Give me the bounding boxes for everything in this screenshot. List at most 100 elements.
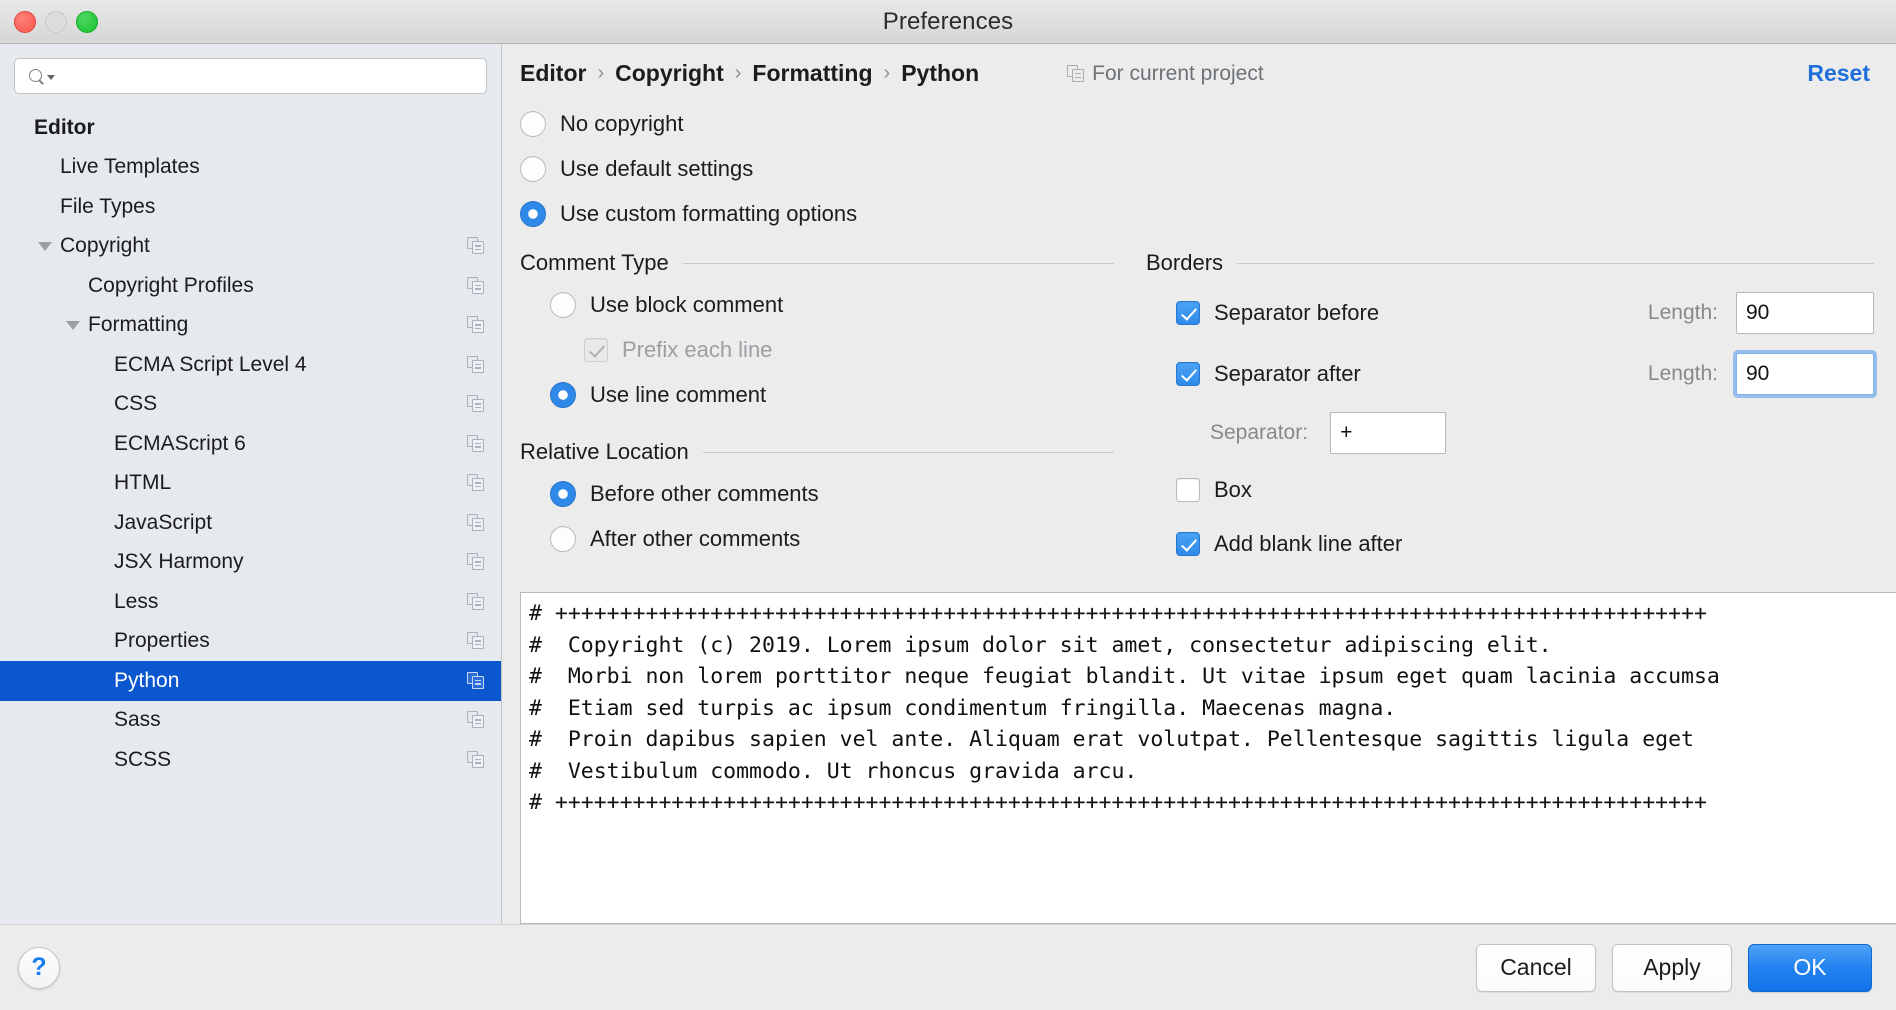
before-other-comments-radio[interactable] [550, 481, 576, 507]
prefix-each-line-checkbox[interactable] [584, 338, 608, 362]
sidebar-item-ecma-script-level-4[interactable]: ECMA Script Level 4 [0, 345, 501, 385]
close-button[interactable] [14, 11, 36, 33]
search-icon[interactable] [29, 69, 55, 84]
cancel-button[interactable]: Cancel [1476, 944, 1596, 992]
copyright-preview[interactable]: # ++++++++++++++++++++++++++++++++++++++… [520, 592, 1896, 924]
separator-after-length: Length: 90 [1648, 353, 1874, 395]
breadcrumb-item-copyright[interactable]: Copyright [615, 60, 724, 87]
breadcrumb-bar: Editor›Copyright›Formatting›Python For c… [502, 44, 1896, 95]
borders-title: Borders [1146, 250, 1223, 276]
search-input[interactable] [62, 66, 478, 86]
sidebar-item-file-types[interactable]: File Types [0, 187, 501, 227]
separator-char-input[interactable]: + [1330, 412, 1446, 454]
length-after-label: Length: [1648, 362, 1718, 386]
preview-line: # Morbi non lorem porttitor neque feugia… [529, 661, 1896, 693]
minimize-button[interactable] [45, 11, 67, 33]
sidebar-item-ecmascript-6[interactable]: ECMAScript 6 [0, 424, 501, 464]
chevron-down-icon[interactable] [66, 321, 80, 330]
length-after-input[interactable]: 90 [1736, 353, 1874, 395]
sidebar-item-less[interactable]: Less [0, 582, 501, 622]
copy-icon [467, 632, 485, 650]
use-line-comment-radio[interactable] [550, 382, 576, 408]
before-other-comments-label: Before other comments [590, 481, 819, 507]
ok-button[interactable]: OK [1748, 944, 1872, 992]
separator-after-checkbox[interactable] [1176, 362, 1200, 386]
sidebar-item-label: Python [114, 669, 179, 693]
use-block-comment-row[interactable]: Use block comment [520, 282, 1114, 327]
separator-before-checkbox[interactable] [1176, 301, 1200, 325]
sidebar-item-label: SCSS [114, 748, 171, 772]
copyright-mode-radio-group[interactable]: No copyrightUse default settingsUse cust… [502, 95, 1896, 236]
preview-line: # Etiam sed turpis ac ipsum condimentum … [529, 693, 1896, 725]
title-bar: Preferences [0, 0, 1896, 44]
sidebar-item-copyright[interactable]: Copyright [0, 227, 501, 267]
settings-sidebar: EditorLive TemplatesFile TypesCopyrightC… [0, 44, 502, 924]
help-button[interactable]: ? [18, 947, 60, 989]
length-before-input[interactable]: 90 [1736, 292, 1874, 334]
breadcrumb[interactable]: Editor›Copyright›Formatting›Python [520, 60, 979, 87]
search-box[interactable] [14, 58, 487, 94]
sidebar-item-label: Editor [34, 116, 95, 140]
prefix-each-line-row[interactable]: Prefix each line [520, 327, 1114, 372]
separator-before-length: Length: 90 [1648, 292, 1874, 334]
add-blank-line-checkbox[interactable] [1176, 532, 1200, 556]
use-block-comment-radio[interactable] [550, 292, 576, 318]
window-body: EditorLive TemplatesFile TypesCopyrightC… [0, 44, 1896, 924]
sidebar-item-python[interactable]: Python [0, 661, 501, 701]
sidebar-item-html[interactable]: HTML [0, 464, 501, 504]
sidebar-item-formatting[interactable]: Formatting [0, 306, 501, 346]
sidebar-item-javascript[interactable]: JavaScript [0, 503, 501, 543]
separator-char-row: Separator: + [1146, 404, 1874, 462]
separator-after-row: Separator after Length: 90 [1146, 343, 1874, 404]
sidebar-item-editor[interactable]: Editor [0, 108, 501, 148]
breadcrumb-item-python[interactable]: Python [901, 60, 979, 87]
magnifier-icon [29, 69, 44, 84]
sidebar-item-css[interactable]: CSS [0, 385, 501, 425]
sidebar-item-properties[interactable]: Properties [0, 622, 501, 662]
mode-option-radio-1[interactable] [520, 156, 546, 182]
copy-icon [467, 751, 485, 769]
reset-button[interactable]: Reset [1807, 60, 1874, 87]
copy-icon [1067, 65, 1084, 82]
sidebar-item-label: ECMA Script Level 4 [114, 353, 307, 377]
sidebar-item-sass[interactable]: Sass [0, 701, 501, 741]
breadcrumb-item-editor[interactable]: Editor [520, 60, 586, 87]
sidebar-item-jsx-harmony[interactable]: JSX Harmony [0, 543, 501, 583]
copy-icon [467, 474, 485, 492]
left-column: Comment Type Use block comment Prefix ea… [502, 250, 1114, 570]
breadcrumb-item-formatting[interactable]: Formatting [752, 60, 872, 87]
after-other-comments-row[interactable]: After other comments [520, 516, 1114, 561]
sidebar-item-scss[interactable]: SCSS [0, 740, 501, 780]
use-line-comment-row[interactable]: Use line comment [520, 372, 1114, 417]
relative-location-title: Relative Location [520, 439, 689, 465]
mode-option-radio-0[interactable] [520, 111, 546, 137]
chevron-down-icon[interactable] [47, 75, 55, 80]
footer-buttons: Cancel Apply OK [1476, 944, 1872, 992]
preview-line: # ++++++++++++++++++++++++++++++++++++++… [529, 787, 1896, 819]
sidebar-item-copyright-profiles[interactable]: Copyright Profiles [0, 266, 501, 306]
window-title: Preferences [883, 8, 1014, 36]
separator-char-label: Separator: [1210, 421, 1308, 445]
copy-icon [467, 711, 485, 729]
apply-button[interactable]: Apply [1612, 944, 1732, 992]
scope-label: For current project [1092, 62, 1264, 86]
copy-icon [467, 237, 485, 255]
use-line-comment-label: Use line comment [590, 382, 766, 408]
preview-line: # Vestibulum commodo. Ut rhoncus gravida… [529, 756, 1896, 788]
box-checkbox[interactable] [1176, 478, 1200, 502]
settings-tree[interactable]: EditorLive TemplatesFile TypesCopyrightC… [0, 102, 501, 924]
mode-option-row-2[interactable]: Use custom formatting options [520, 191, 1896, 236]
sidebar-item-label: File Types [60, 195, 155, 219]
after-other-comments-radio[interactable] [550, 526, 576, 552]
chevron-down-icon[interactable] [38, 242, 52, 251]
sidebar-item-label: CSS [114, 392, 157, 416]
before-other-comments-row[interactable]: Before other comments [520, 471, 1114, 516]
use-block-comment-label: Use block comment [590, 292, 783, 318]
comment-type-group-header: Comment Type [520, 250, 1114, 276]
zoom-button[interactable] [76, 11, 98, 33]
box-label: Box [1214, 477, 1252, 503]
mode-option-radio-2[interactable] [520, 201, 546, 227]
mode-option-row-1[interactable]: Use default settings [520, 146, 1896, 191]
sidebar-item-live-templates[interactable]: Live Templates [0, 148, 501, 188]
mode-option-row-0[interactable]: No copyright [520, 101, 1896, 146]
